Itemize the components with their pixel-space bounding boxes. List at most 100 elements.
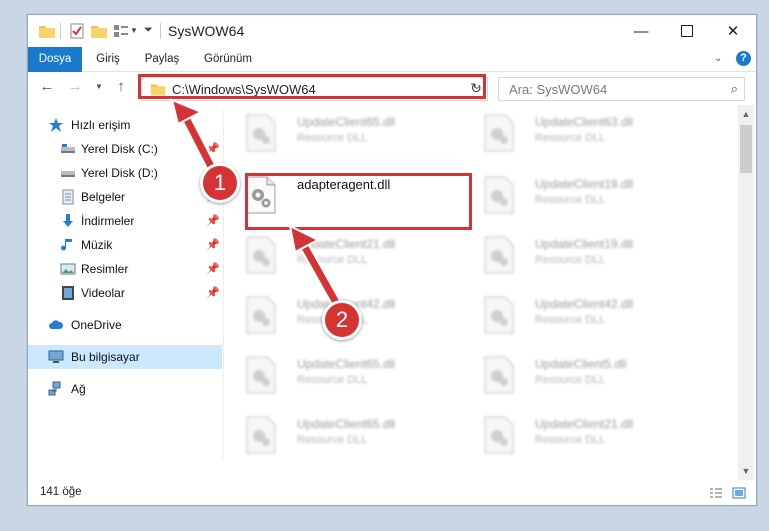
music-note-icon — [61, 239, 72, 251]
minimize-button[interactable]: — — [618, 15, 664, 47]
nav-quick-access[interactable]: Hızlı erişim — [28, 113, 222, 137]
back-button[interactable]: ← — [38, 78, 56, 96]
status-bar: 141 öğe — [28, 482, 756, 504]
pin-icon[interactable]: 📌 — [206, 286, 220, 299]
maximize-button[interactable] — [664, 15, 710, 47]
nav-label: Hızlı erişim — [71, 118, 131, 132]
dll-file-icon — [484, 114, 514, 152]
file-item[interactable]: UpdateClient19.dll Resource DLL — [466, 172, 686, 216]
dll-file-icon — [484, 296, 514, 334]
file-name: UpdateClient42.dll — [535, 297, 634, 311]
tab-view[interactable]: Görünüm — [200, 47, 256, 71]
nav-label: Müzik — [81, 238, 113, 252]
close-button[interactable]: ✕ — [710, 15, 756, 47]
scroll-down-icon[interactable]: ▼ — [738, 464, 754, 478]
file-item[interactable]: UpdateClient21.dll Resource DLL — [228, 232, 448, 276]
up-button[interactable]: ↑ — [112, 78, 130, 96]
file-description: Resource DLL — [535, 194, 606, 206]
dll-file-icon — [484, 356, 514, 394]
file-item[interactable]: UpdateClient63.dll Resource DLL — [466, 110, 686, 154]
file-description: Resource DLL — [297, 254, 368, 266]
help-icon[interactable]: ? — [736, 51, 751, 66]
vertical-scrollbar[interactable]: ▲ ▼ — [738, 105, 754, 480]
nav-music[interactable]: Müzik 📌 — [28, 233, 222, 257]
address-bar-highlight — [138, 74, 486, 99]
nav-this-pc[interactable]: Bu bilgisayar — [28, 345, 222, 369]
up-arrow-icon: ↑ — [117, 78, 125, 95]
pin-icon[interactable]: 📌 — [206, 214, 220, 227]
nav-network[interactable]: Ağ — [28, 377, 222, 401]
nav-label: Yerel Disk (D:) — [81, 166, 158, 180]
drive-icon — [61, 144, 75, 153]
dll-file-icon — [246, 114, 276, 152]
nav-label: Belgeler — [81, 190, 126, 204]
file-description: Resource DLL — [297, 374, 368, 386]
search-input[interactable]: Ara: SysWOW64 — [509, 82, 607, 97]
nav-local-disk-c[interactable]: Yerel Disk (C:) 📌 — [28, 137, 222, 161]
nav-downloads[interactable]: İndirmeler 📌 — [28, 209, 222, 233]
rename-icon[interactable] — [112, 22, 130, 40]
search-icon[interactable]: ⌕ — [731, 81, 738, 97]
close-icon: ✕ — [726, 23, 740, 40]
expand-ribbon-icon[interactable]: ⌄ — [714, 53, 722, 64]
file-name: UpdateClient21.dll — [297, 237, 396, 251]
large-icons-view-icon[interactable] — [732, 487, 746, 499]
dll-file-icon — [246, 356, 276, 394]
dll-file-icon — [246, 416, 276, 454]
nav-label: Videolar — [81, 286, 125, 300]
pin-icon[interactable]: 📌 — [206, 262, 220, 275]
nav-documents[interactable]: Belgeler 📌 — [28, 185, 222, 209]
nav-label: Bu bilgisayar — [71, 350, 140, 364]
file-item[interactable]: UpdateClient65.dll Resource DLL — [228, 412, 448, 456]
computer-icon — [48, 350, 64, 363]
film-icon — [62, 286, 74, 300]
tab-share[interactable]: Paylaş — [141, 47, 183, 71]
step-2-badge: 2 — [322, 300, 362, 340]
scroll-up-icon[interactable]: ▲ — [738, 107, 754, 121]
nav-label: Resimler — [81, 262, 129, 276]
star-icon — [49, 118, 63, 132]
file-name: UpdateClient21.dll — [535, 417, 634, 431]
nav-local-disk-d[interactable]: Yerel Disk (D:) 📌 — [28, 161, 222, 185]
minimize-icon: — — [633, 22, 649, 40]
recent-locations-button[interactable]: ▼ — [90, 78, 108, 96]
pin-icon[interactable]: 📌 — [206, 238, 220, 251]
forward-arrow-icon: → — [67, 78, 83, 95]
nav-onedrive[interactable]: OneDrive — [28, 313, 222, 337]
file-item[interactable]: UpdateClient65.dll Resource DLL — [228, 352, 448, 396]
forward-button[interactable]: → — [66, 78, 84, 96]
dll-file-icon — [484, 416, 514, 454]
file-item[interactable]: UpdateClient19.dll Resource DLL — [466, 232, 686, 276]
pin-icon[interactable]: 📌 — [206, 142, 220, 155]
file-item[interactable]: UpdateClient65.dll Resource DLL — [228, 110, 448, 154]
file-description: Resource DLL — [535, 434, 606, 446]
pictures-icon — [60, 263, 76, 275]
step-1-badge: 1 — [200, 163, 240, 203]
file-description: Resource DLL — [535, 254, 606, 266]
file-item[interactable]: UpdateClient5.dll Resource DLL — [466, 352, 686, 396]
file-item[interactable]: UpdateClient21.dll Resource DLL — [466, 412, 686, 456]
search-box[interactable]: Ara: SysWOW64 ⌕ — [498, 77, 745, 101]
tab-home[interactable]: Giriş — [90, 47, 126, 71]
file-item[interactable]: UpdateClient42.dll Resource DLL — [466, 292, 686, 336]
back-arrow-icon: ← — [39, 78, 55, 95]
window-title: SysWOW64 — [168, 23, 245, 39]
dll-file-icon — [246, 236, 276, 274]
properties-icon[interactable] — [68, 22, 86, 40]
file-description: Resource DLL — [535, 314, 606, 326]
details-view-icon[interactable] — [709, 487, 723, 499]
title-bar: ▼ ⏷ SysWOW64 — ✕ — [28, 15, 756, 47]
dll-file-icon — [484, 176, 514, 214]
nav-label: OneDrive — [71, 318, 122, 332]
documents-icon — [62, 189, 74, 205]
cloud-icon — [49, 320, 64, 329]
dll-file-icon — [484, 236, 514, 274]
folder-icon[interactable] — [38, 22, 56, 40]
qa-separator — [60, 23, 61, 39]
nav-videos[interactable]: Videolar 📌 — [28, 281, 222, 305]
explorer-window: ▼ ⏷ SysWOW64 — ✕ Dosya Giriş Paylaş Görü… — [27, 14, 757, 506]
file-name: UpdateClient19.dll — [535, 237, 634, 251]
nav-pictures[interactable]: Resimler 📌 — [28, 257, 222, 281]
scrollbar-thumb[interactable] — [740, 125, 752, 173]
new-folder-icon[interactable] — [90, 22, 108, 40]
